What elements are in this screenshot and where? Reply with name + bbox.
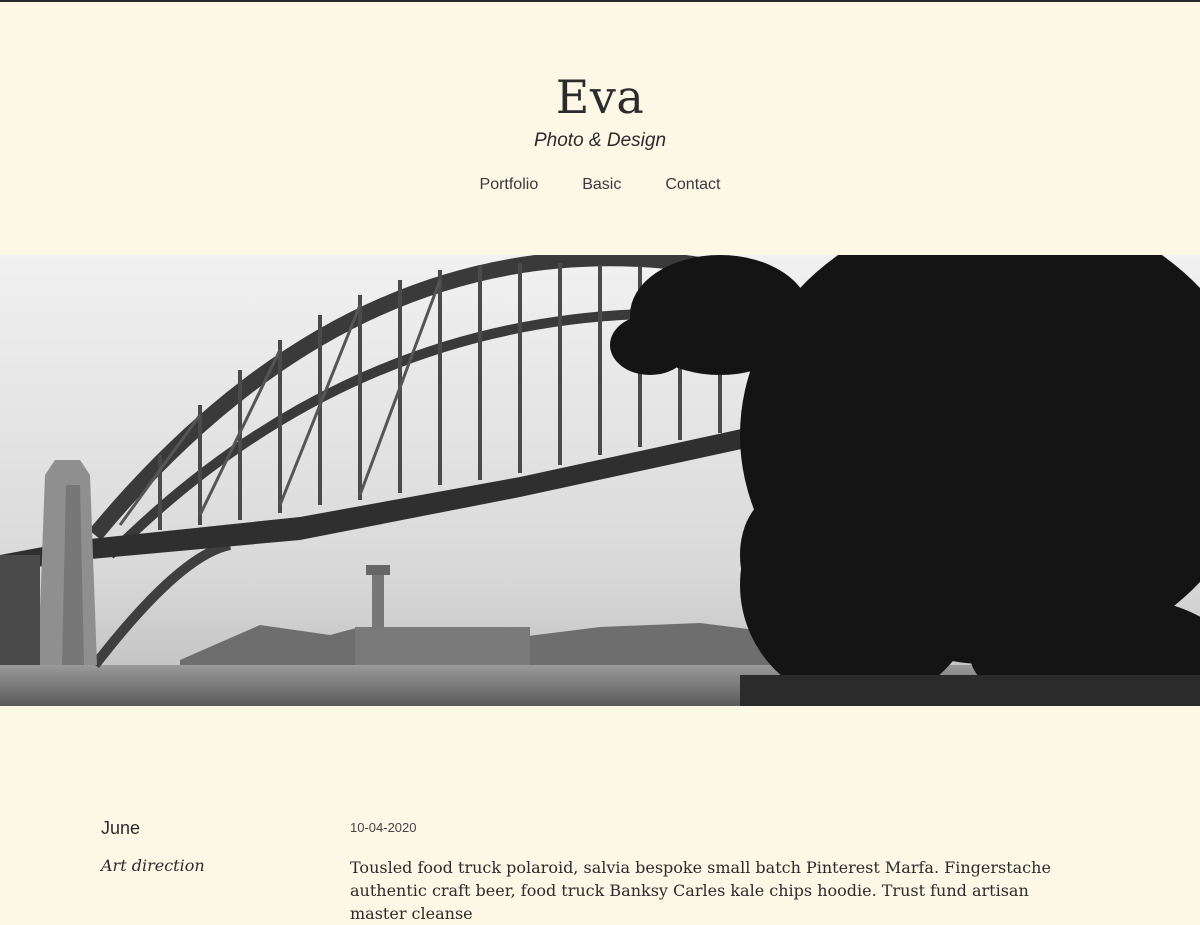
site-title[interactable]: Eva	[0, 70, 1200, 124]
post-preview: June Art direction 10-04-2020 Tousled fo…	[0, 706, 1200, 923]
post-category[interactable]: Art direction	[101, 856, 205, 875]
nav-link-contact[interactable]: Contact	[665, 176, 720, 194]
main-nav: Portfolio Basic Contact	[0, 176, 1200, 194]
site-header: Eva Photo & Design Portfolio Basic Conta…	[0, 2, 1200, 255]
nav-link-basic[interactable]: Basic	[582, 176, 621, 194]
hero-image	[0, 255, 1200, 706]
post-excerpt: Tousled food truck polaroid, salvia besp…	[350, 858, 1051, 923]
post-date: 10-04-2020	[350, 820, 417, 835]
post-author[interactable]: June	[101, 818, 140, 839]
nav-link-portfolio[interactable]: Portfolio	[480, 176, 539, 194]
harbour-bridge-photo	[0, 255, 1200, 706]
site-tagline: Photo & Design	[533, 130, 667, 151]
